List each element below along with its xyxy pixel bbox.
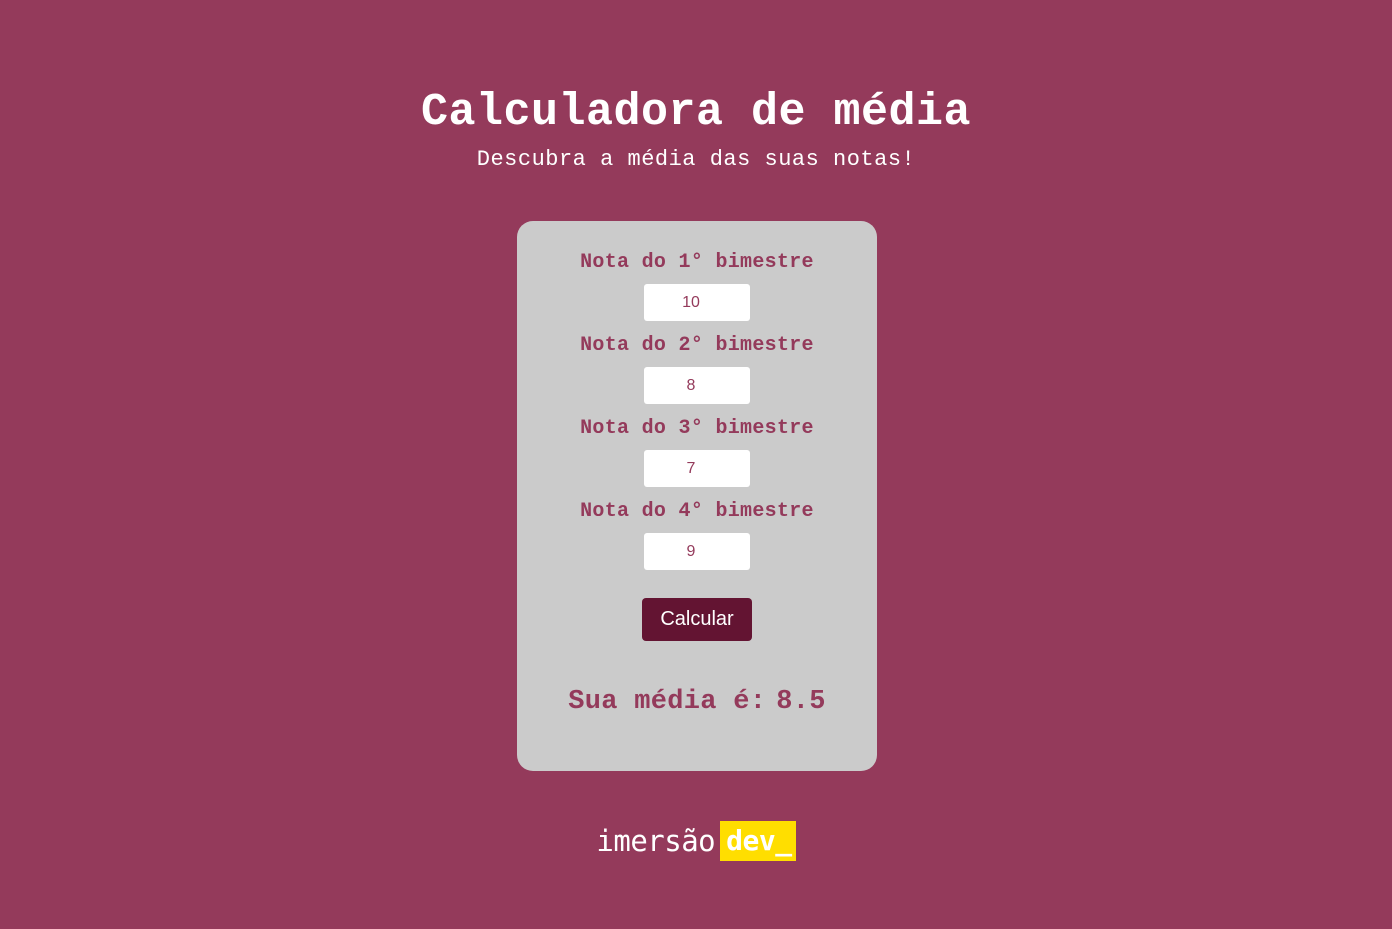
brand-text: imersão bbox=[596, 824, 716, 858]
calculate-button[interactable]: Calcular bbox=[642, 598, 752, 641]
page-title: Calculadora de média bbox=[420, 87, 972, 138]
grade-label-2: Nota do 2° bimestre bbox=[580, 334, 814, 357]
grade-label-4: Nota do 4° bimestre bbox=[580, 500, 814, 523]
grade-input-3[interactable] bbox=[644, 450, 750, 487]
calculator-card: Nota do 1° bimestre Nota do 2° bimestre … bbox=[517, 221, 877, 771]
result-value: 8.5 bbox=[776, 687, 826, 717]
grade-field-1: Nota do 1° bimestre bbox=[517, 251, 877, 321]
brand-dev-badge: dev_ bbox=[720, 821, 796, 861]
page-subtitle: Descubra a média das suas notas! bbox=[476, 147, 916, 172]
brand-logo: imersão dev_ bbox=[0, 821, 1392, 861]
grade-field-4: Nota do 4° bimestre bbox=[517, 500, 877, 570]
grade-label-3: Nota do 3° bimestre bbox=[580, 417, 814, 440]
page-header: Calculadora de média Descubra a média da… bbox=[0, 86, 1392, 174]
result-display: Sua média é: 8.5 bbox=[517, 685, 877, 719]
grade-field-3: Nota do 3° bimestre bbox=[517, 417, 877, 487]
result-label: Sua média é: bbox=[568, 687, 767, 717]
grade-input-4[interactable] bbox=[644, 533, 750, 570]
grade-input-1[interactable] bbox=[644, 284, 750, 321]
grade-field-2: Nota do 2° bimestre bbox=[517, 334, 877, 404]
grade-input-2[interactable] bbox=[644, 367, 750, 404]
grade-label-1: Nota do 1° bimestre bbox=[580, 251, 814, 274]
